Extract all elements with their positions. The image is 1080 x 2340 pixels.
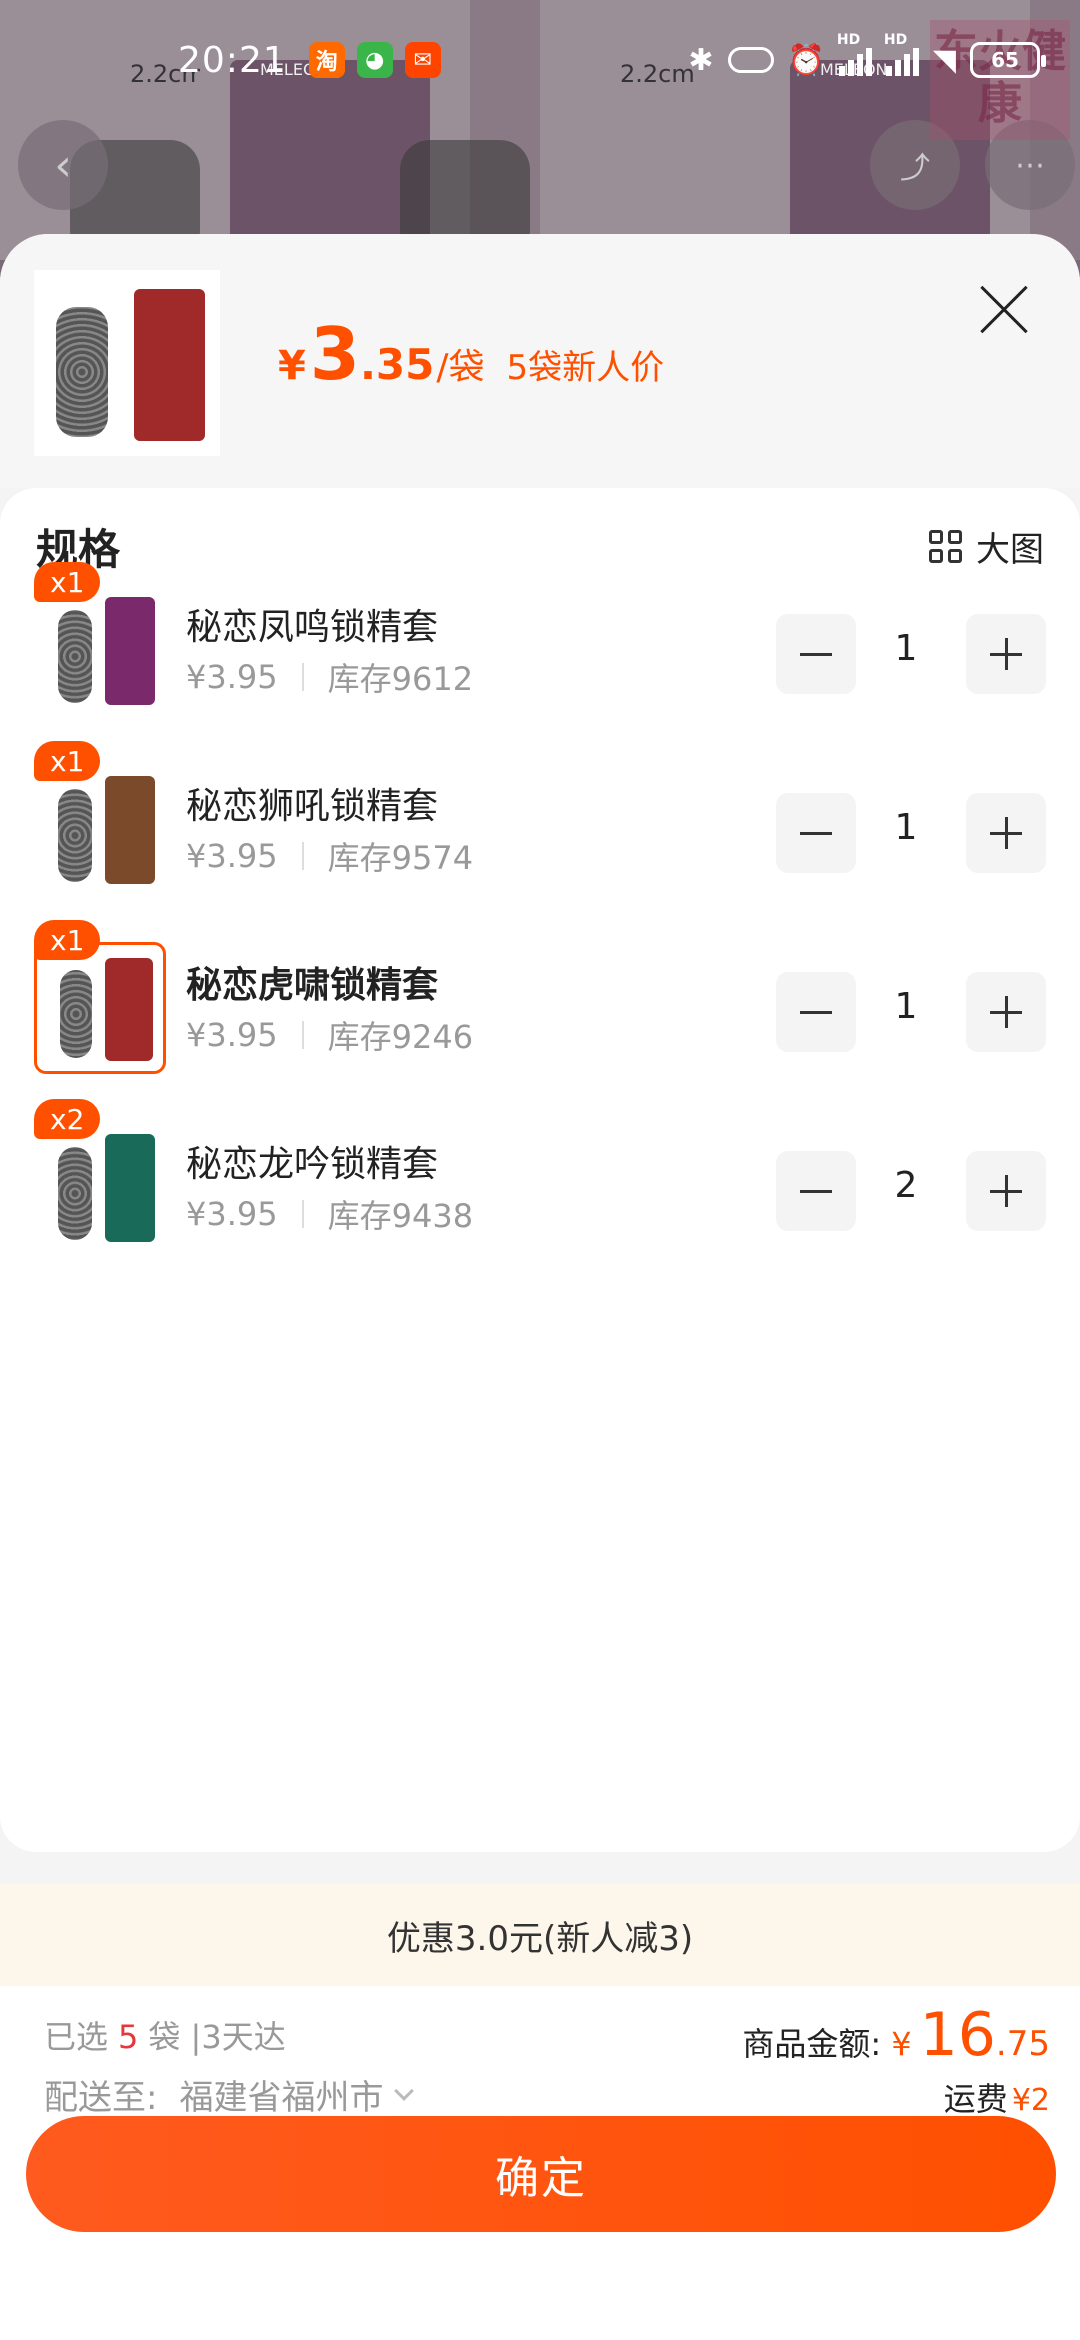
price-display: ¥ 3 .35 /袋 5袋新人价: [278, 312, 664, 396]
sku-item[interactable]: x2 秘恋龙吟锁精套 ¥3.95 库存9438 2: [0, 1099, 1080, 1259]
quantity-value: 2: [894, 1165, 918, 1206]
taobao-app-icon: 淘: [308, 42, 345, 78]
sku-price: ¥3.95: [186, 658, 278, 696]
sku-meta: ¥3.95 库存9438: [186, 1191, 473, 1237]
quantity-value: 1: [894, 628, 918, 669]
status-time: 20:21: [178, 39, 287, 81]
fee-label: 运费: [943, 2080, 1008, 2118]
quantity-value: 1: [894, 986, 918, 1027]
minus-icon: [800, 652, 832, 656]
grid-icon: [929, 530, 962, 563]
price-unit: /袋: [436, 347, 485, 388]
sku-meta: ¥3.95 库存9574: [186, 833, 473, 879]
cat-app-icon: ◕: [356, 42, 393, 78]
sku-price: ¥3.95: [186, 837, 278, 875]
divider: [301, 663, 304, 691]
back-icon[interactable]: ‹: [18, 120, 108, 210]
sku-stock: 库存9574: [327, 839, 474, 877]
sku-price: ¥3.95: [186, 1016, 278, 1054]
battery-icon: 65: [970, 42, 1046, 78]
status-icons: ✱ ⏰ HD HD ◥ 65: [688, 32, 1046, 78]
sku-price: ¥3.95: [186, 1195, 278, 1233]
amount-decimal: .75: [995, 2024, 1050, 2064]
close-icon[interactable]: [976, 282, 1032, 338]
sku-thumbnail[interactable]: [34, 942, 166, 1074]
selected-prefix: 已选: [44, 2018, 109, 2056]
sku-stock: 库存9246: [327, 1018, 474, 1056]
sku-thumbnail[interactable]: [34, 584, 166, 716]
quantity-badge: x1: [34, 562, 101, 602]
minus-icon: [800, 1189, 832, 1193]
shipping-address[interactable]: 配送至: 福建省福州市: [44, 2070, 415, 2119]
quantity-badge: x1: [34, 741, 101, 781]
increase-button[interactable]: [966, 614, 1046, 694]
selected-summary: 已选 5 袋 |3天达: [44, 2012, 286, 2058]
divider: [301, 842, 304, 870]
spec-card: 规格 大图 x1 秘恋凤鸣锁精套 ¥3.95 库存9612 1 x1 秘恋狮吼锁…: [0, 488, 1080, 1852]
alarm-icon: ⏰: [787, 42, 825, 78]
sku-item[interactable]: x1 秘恋虎啸锁精套 ¥3.95 库存9246 1: [0, 920, 1080, 1080]
signal-icon: HD: [837, 32, 872, 76]
shipping-fee: 运费 ¥2: [944, 2074, 1050, 2120]
price-integer: 3: [309, 312, 360, 396]
quantity-value: 1: [894, 807, 918, 848]
decrease-button[interactable]: [776, 1151, 856, 1231]
confirm-button[interactable]: 确定: [26, 2116, 1056, 2232]
currency-symbol: ¥: [278, 343, 306, 389]
decrease-button[interactable]: [776, 793, 856, 873]
status-bar: 20:21 淘 ◕ ✉ ✱ ⏰ HD HD ◥ 65: [0, 0, 1080, 120]
sku-thumbnail[interactable]: [34, 1121, 166, 1253]
quantity-badge: x2: [34, 1099, 101, 1139]
increase-button[interactable]: [966, 1151, 1046, 1231]
chevron-down-icon: [394, 2080, 415, 2101]
promo-tag: 5袋新人价: [506, 348, 665, 388]
discount-banner: 优惠3.0元(新人减3): [0, 1884, 1080, 1986]
selected-count: 5: [118, 2018, 139, 2056]
signal-icon-2: HD: [884, 32, 919, 76]
amount-integer: 16: [919, 2000, 996, 2070]
sku-item[interactable]: x1 秘恋狮吼锁精套 ¥3.95 库存9574 1: [0, 741, 1080, 901]
message-app-icon: ✉: [404, 42, 441, 78]
bluetooth-icon: ✱: [688, 42, 714, 78]
product-thumbnail[interactable]: [34, 270, 220, 456]
sku-name: 秘恋虎啸锁精套: [186, 965, 439, 1006]
sku-selection-sheet: ¥ 3 .35 /袋 5袋新人价 规格 大图 x1 秘恋凤鸣锁精套 ¥3.95 …: [0, 234, 1080, 2340]
sku-name: 秘恋凤鸣锁精套: [186, 607, 439, 648]
amount-summary: 商品金额: ¥ 16 .75: [742, 2000, 1050, 2070]
sku-meta: ¥3.95 库存9246: [186, 1012, 473, 1058]
sku-stock: 库存9612: [327, 660, 474, 698]
increase-button[interactable]: [966, 972, 1046, 1052]
sheet-header: ¥ 3 .35 /袋 5袋新人价: [0, 234, 1080, 488]
selected-suffix: 袋 |3天达: [148, 2018, 286, 2056]
decrease-button[interactable]: [776, 614, 856, 694]
amount-currency: ¥: [891, 2025, 912, 2063]
increase-button[interactable]: [966, 793, 1046, 873]
vibrate-icon: [727, 47, 774, 73]
sku-stock: 库存9438: [327, 1197, 474, 1235]
battery-level: 65: [991, 48, 1019, 72]
divider: [301, 1200, 304, 1228]
sku-name: 秘恋龙吟锁精套: [186, 1144, 439, 1185]
ship-label: 配送至:: [44, 2078, 158, 2118]
sku-meta: ¥3.95 库存9612: [186, 654, 473, 700]
minus-icon: [800, 1010, 832, 1014]
minus-icon: [800, 831, 832, 835]
amount-label: 商品金额:: [742, 2025, 882, 2063]
checkout-bar: 已选 5 袋 |3天达 商品金额: ¥ 16 .75 配送至: 福建省福州市 运费 ¥…: [0, 1986, 1080, 2340]
ship-address-value: 福建省福州市: [179, 2078, 384, 2118]
decrease-button[interactable]: [776, 972, 856, 1052]
quantity-badge: x1: [34, 920, 101, 960]
fee-value: ¥2: [1011, 2083, 1050, 2118]
sku-thumbnail[interactable]: [34, 763, 166, 895]
sku-item[interactable]: x1 秘恋凤鸣锁精套 ¥3.95 库存9612 1: [0, 562, 1080, 722]
wifi-icon: ◥: [932, 42, 956, 78]
price-decimal: .35: [359, 340, 435, 389]
divider: [301, 1021, 304, 1049]
sku-name: 秘恋狮吼锁精套: [186, 786, 439, 827]
